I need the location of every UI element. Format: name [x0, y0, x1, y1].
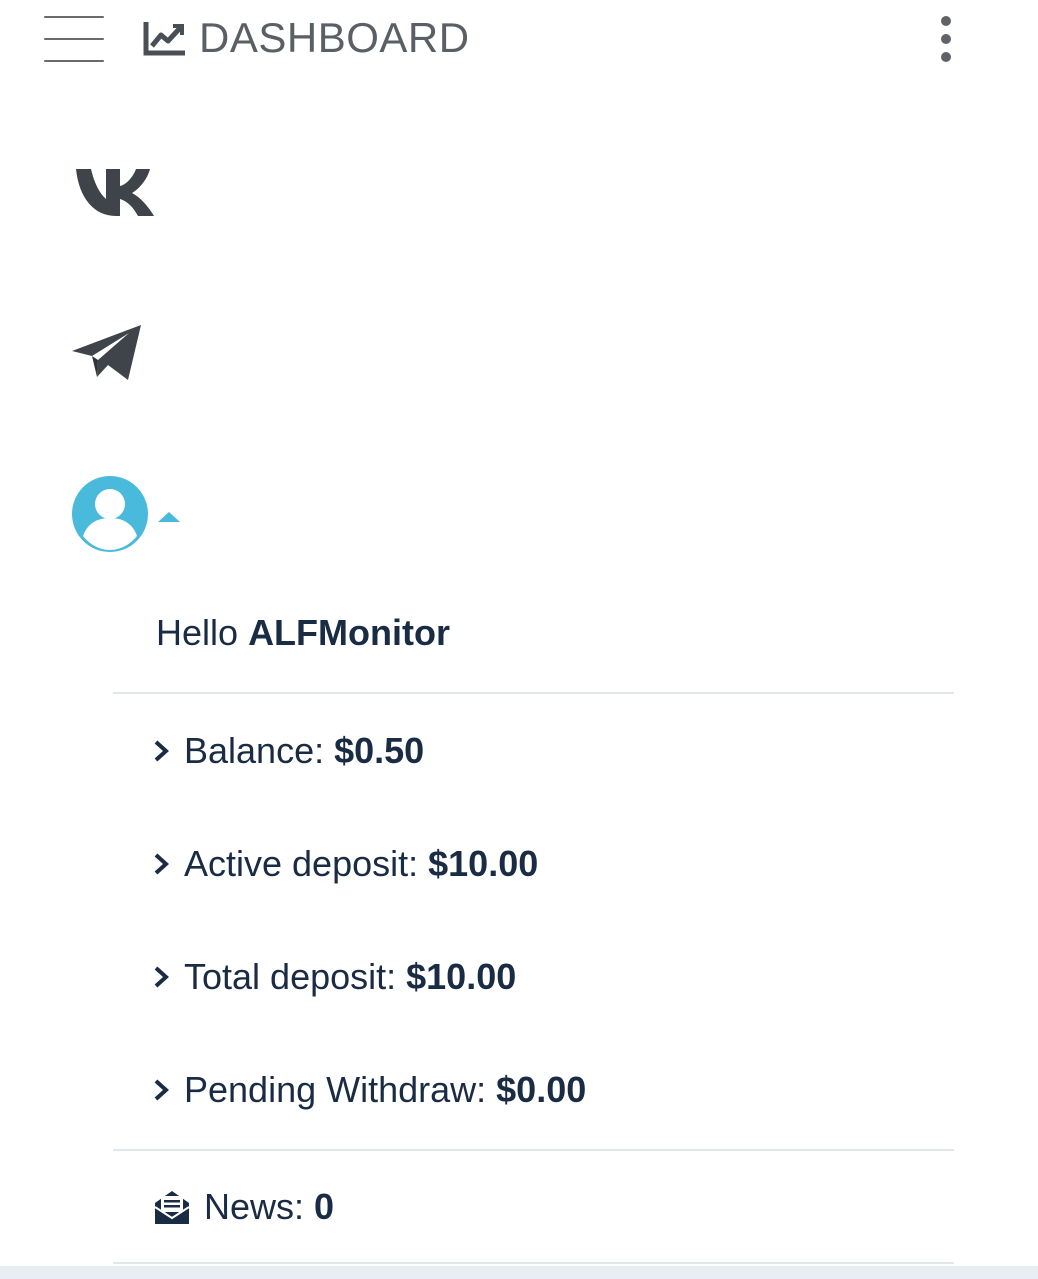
news-label: News:	[204, 1186, 305, 1227]
stat-value: $10.00	[428, 843, 539, 884]
vk-icon[interactable]	[74, 166, 160, 218]
user-menu-toggle[interactable]	[70, 474, 186, 554]
chevron-right-icon	[154, 853, 169, 875]
user-circle-icon	[72, 476, 148, 552]
chevron-right-icon	[154, 966, 169, 988]
news-count: 0	[314, 1186, 335, 1227]
divider	[113, 1262, 954, 1264]
stat-label: Active deposit:	[184, 843, 419, 884]
balance-item[interactable]: Balance: $0.50	[152, 726, 424, 776]
active-deposit-item[interactable]: Active deposit: $10.00	[152, 839, 538, 889]
chevron-right-icon	[154, 1079, 169, 1101]
user-greeting: Hello ALFMonitor	[156, 612, 450, 654]
divider	[113, 692, 954, 694]
kebab-dot	[941, 52, 951, 62]
line-chart-icon	[143, 22, 185, 56]
username: ALFMonitor	[248, 612, 450, 653]
envelope-open-icon	[154, 1191, 190, 1224]
divider	[113, 1149, 954, 1151]
hamburger-line	[44, 38, 104, 40]
stat-label: Balance:	[184, 730, 325, 771]
kebab-dot	[941, 16, 951, 26]
pending-withdraw-item[interactable]: Pending Withdraw: $0.00	[152, 1065, 586, 1115]
stat-value: $0.50	[334, 730, 425, 771]
stat-value: $10.00	[406, 956, 517, 997]
hamburger-line	[44, 16, 104, 18]
bottom-bar	[0, 1266, 1038, 1279]
page-title: DASHBOARD	[143, 8, 470, 68]
caret-up-icon	[158, 512, 180, 522]
hamburger-line	[44, 60, 104, 62]
greeting-prefix: Hello	[156, 612, 239, 653]
telegram-icon[interactable]	[70, 322, 144, 384]
kebab-dot	[941, 34, 951, 44]
stat-value: $0.00	[496, 1069, 587, 1110]
hamburger-menu-button[interactable]	[42, 12, 106, 66]
overflow-menu-button[interactable]	[926, 12, 966, 68]
page-title-text: DASHBOARD	[199, 14, 470, 61]
news-item[interactable]: News: 0	[152, 1182, 334, 1232]
total-deposit-item[interactable]: Total deposit: $10.00	[152, 952, 516, 1002]
stat-label: Pending Withdraw:	[184, 1069, 487, 1110]
stat-label: Total deposit:	[184, 956, 397, 997]
chevron-right-icon	[154, 740, 169, 762]
